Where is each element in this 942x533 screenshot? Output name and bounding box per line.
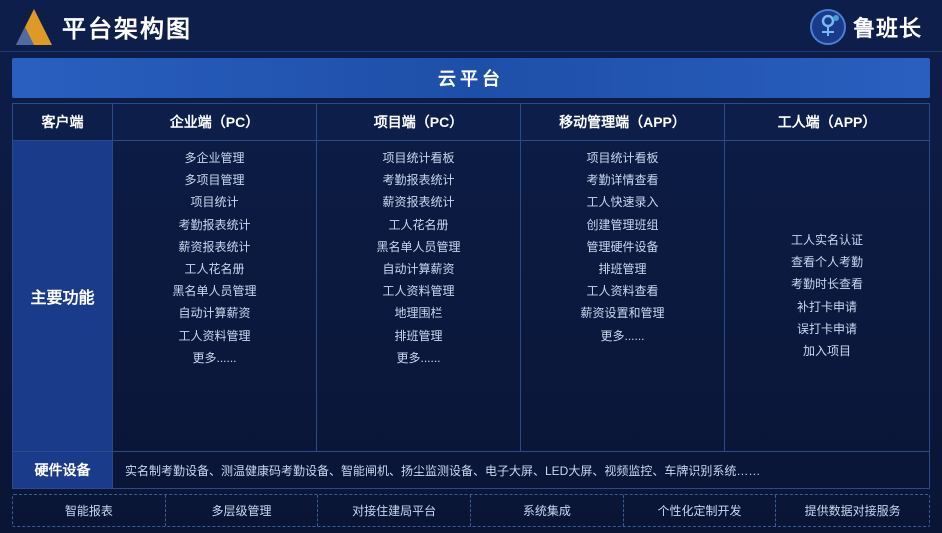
page-title: 平台架构图 [62,9,192,44]
enterprise-item-6: 黑名单人员管理 [172,282,256,301]
project-pc-item-1: 考勤报表统计 [382,171,454,190]
project-pc-item-8: 排班管理 [394,327,442,346]
cloud-platform-bar: 云平台 [12,58,930,98]
project-pc-item-3: 工人花名册 [388,216,448,235]
enterprise-item-2: 项目统计 [190,193,238,212]
col-header-mobile: 移动管理端（APP） [521,104,725,140]
worker-item-3: 补打卡申请 [797,298,857,317]
enterprise-item-7: 自动计算薪资 [178,304,250,323]
mobile-item-1: 考勤详情查看 [586,171,658,190]
header: 平台架构图 鲁班长 [0,0,942,52]
main-function-row: 主要功能 多企业管理 多项目管理 项目统计 考勤报表统计 薪资报表统计 工人花名… [13,141,929,451]
project-pc-item-2: 薪资报表统计 [382,193,454,212]
col-header-project-pc: 项目端（PC） [317,104,521,140]
project-pc-item-9: 更多...... [396,349,440,368]
feature-5: 提供数据对接服务 [776,495,929,526]
hardware-row: 硬件设备 实名制考勤设备、测温健康码考勤设备、智能闸机、扬尘监测设备、电子大屏、… [13,451,929,488]
col-header-enterprise: 企业端（PC） [113,104,317,140]
main-content: 云平台 客户端 企业端（PC） 项目端（PC） 移动管理端（APP） 工人端（A… [0,52,942,533]
brand-logo: 鲁班长 [809,8,922,46]
project-pc-item-5: 自动计算薪资 [382,260,454,279]
mobile-item-2: 工人快速录入 [586,193,658,212]
enterprise-item-9: 更多...... [192,349,236,368]
column-headers: 客户端 企业端（PC） 项目端（PC） 移动管理端（APP） 工人端（APP） [13,104,929,141]
feature-3: 系统集成 [471,495,624,526]
enterprise-item-1: 多项目管理 [184,171,244,190]
feature-0: 智能报表 [13,495,166,526]
mobile-item-8: 更多...... [600,327,644,346]
mobile-item-6: 工人资料查看 [586,282,658,301]
enterprise-item-8: 工人资料管理 [178,327,250,346]
worker-item-5: 加入项目 [803,342,851,361]
logo-emblem [809,8,847,46]
page-container: 平台架构图 鲁班长 云平台 客户端 企业端（PC） [0,0,942,533]
enterprise-item-5: 工人花名册 [184,260,244,279]
platform-table: 客户端 企业端（PC） 项目端（PC） 移动管理端（APP） 工人端（APP） … [12,103,930,489]
main-function-label: 主要功能 [13,141,113,451]
project-pc-item-7: 地理围栏 [394,304,442,323]
worker-item-4: 误打卡申请 [797,320,857,339]
mobile-item-0: 项目统计看板 [586,149,658,168]
brand-name: 鲁班长 [853,11,922,43]
enterprise-item-4: 薪资报表统计 [178,238,250,257]
feature-2: 对接住建局平台 [318,495,471,526]
mobile-mgmt-col: 项目统计看板 考勤详情查看 工人快速录入 创建管理班组 管理硬件设备 排班管理 … [521,141,725,451]
project-pc-item-0: 项目统计看板 [382,149,454,168]
col-header-worker: 工人端（APP） [725,104,929,140]
project-pc-item-4: 黑名单人员管理 [376,238,460,257]
header-left: 平台架构图 [16,9,192,45]
worker-item-1: 查看个人考勤 [791,253,863,272]
bottom-features: 智能报表 多层级管理 对接住建局平台 系统集成 个性化定制开发 提供数据对接服务 [12,494,930,527]
mobile-item-7: 薪资设置和管理 [580,304,664,323]
col-header-client: 客户端 [13,104,113,140]
worker-item-2: 考勤时长查看 [791,275,863,294]
mobile-item-3: 创建管理班组 [586,216,658,235]
enterprise-item-3: 考勤报表统计 [178,216,250,235]
project-pc-col: 项目统计看板 考勤报表统计 薪资报表统计 工人花名册 黑名单人员管理 自动计算薪… [317,141,521,451]
worker-item-0: 工人实名认证 [791,231,863,250]
feature-4: 个性化定制开发 [624,495,777,526]
hardware-label: 硬件设备 [13,452,113,488]
project-pc-item-6: 工人资料管理 [382,282,454,301]
worker-col: 工人实名认证 查看个人考勤 考勤时长查看 补打卡申请 误打卡申请 加入项目 [725,141,929,451]
feature-1: 多层级管理 [166,495,319,526]
mobile-item-5: 排班管理 [598,260,646,279]
enterprise-item-0: 多企业管理 [184,149,244,168]
logo-icon [16,9,52,45]
enterprise-col: 多企业管理 多项目管理 项目统计 考勤报表统计 薪资报表统计 工人花名册 黑名单… [113,141,317,451]
hardware-content: 实名制考勤设备、测温健康码考勤设备、智能闸机、扬尘监测设备、电子大屏、LED大屏… [113,452,929,488]
mobile-item-4: 管理硬件设备 [586,238,658,257]
